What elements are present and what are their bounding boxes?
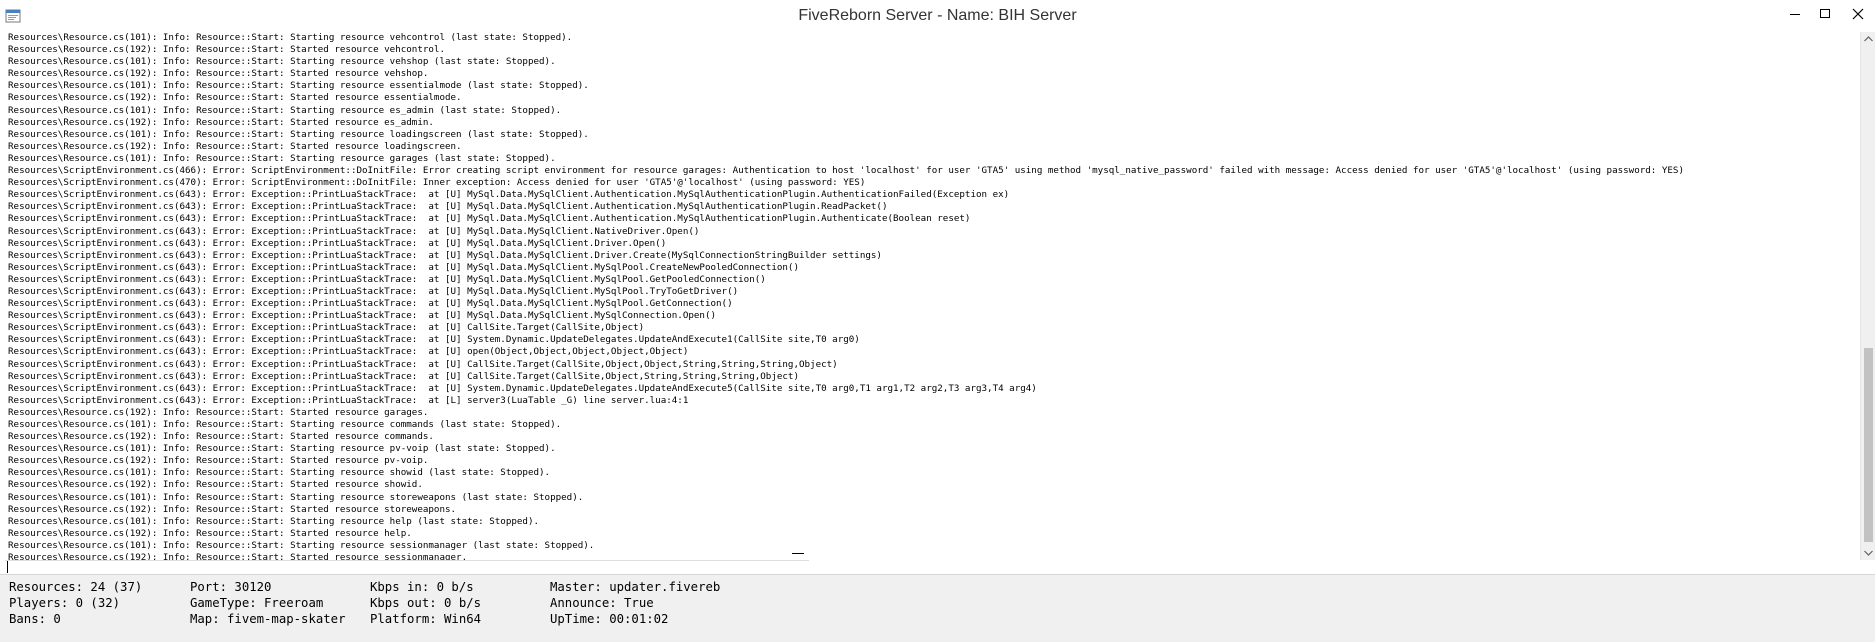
console-line: Resources\ScriptEnvironment.cs(643): Err… — [8, 346, 689, 358]
close-button[interactable] — [1843, 0, 1873, 28]
console-line: Resources\ScriptEnvironment.cs(643): Err… — [8, 322, 645, 334]
console-line: Resources\Resource.cs(192): Info: Resour… — [8, 479, 423, 491]
gametype-value: GameType: Freeroam — [190, 596, 324, 610]
resources-count: Resources: 24 (37) — [9, 580, 143, 594]
window-title: FiveReborn Server - Name: BIH Server — [798, 7, 1077, 24]
console-line: Resources\Resource.cs(192): Info: Resour… — [8, 527, 412, 539]
console-line: Resources\Resource.cs(192): Info: Resour… — [8, 44, 445, 56]
console-line: Resources\Resource.cs(192): Info: Resour… — [8, 140, 462, 152]
console-line: Resources\Resource.cs(101): Info: Resour… — [8, 419, 562, 430]
close-icon — [1852, 8, 1864, 20]
scroll-up-icon — [1864, 36, 1873, 42]
console-line: Resources\ScriptEnvironment.cs(643): Err… — [8, 358, 838, 370]
console-line: Resources\ScriptEnvironment.cs(643): Err… — [8, 394, 689, 406]
console-line: Resources\ScriptEnvironment.cs(643): Err… — [8, 285, 739, 297]
title-bar: FiveReborn Server - Name: BIH Server — [0, 0, 1875, 33]
scroll-up-button[interactable] — [1861, 32, 1875, 46]
console-line: Resources\ScriptEnvironment.cs(466): Err… — [8, 165, 1684, 177]
console-line: Resources\ScriptEnvironment.cs(643): Err… — [8, 213, 971, 225]
console-line: Resources\Resource.cs(101): Info: Resour… — [8, 32, 573, 43]
players-count: Players: 0 (32) — [9, 596, 121, 610]
minimize-button[interactable] — [1780, 0, 1810, 28]
kbps-out-value: Kbps out: 0 b/s — [370, 596, 482, 610]
console-line: Resources\Resource.cs(101): Info: Resour… — [8, 152, 556, 164]
console-line: Resources\Resource.cs(101): Info: Resour… — [8, 443, 556, 455]
console-line: Resources\Resource.cs(101): Info: Resour… — [8, 80, 589, 92]
status-bar: Resources: 24 (37) Players: 0 (32) Bans:… — [0, 574, 1875, 642]
console-line: Resources\ScriptEnvironment.cs(643): Err… — [8, 382, 1037, 394]
status-column-network: Kbps in: 0 b/s Kbps out: 0 b/s Platform:… — [370, 579, 481, 627]
bans-count: Bans: 0 — [9, 612, 61, 626]
announce-value: Announce: True — [550, 596, 654, 610]
uptime-value: UpTime: 00:01:02 — [550, 612, 669, 626]
console-line: Resources\ScriptEnvironment.cs(643): Err… — [8, 298, 733, 310]
platform-value: Platform: Win64 — [370, 612, 482, 626]
console-line: Resources\ScriptEnvironment.cs(643): Err… — [8, 261, 799, 273]
status-column-resources: Resources: 24 (37) Players: 0 (32) Bans:… — [9, 579, 142, 627]
console-line: Resources\Resource.cs(192): Info: Resour… — [8, 406, 429, 418]
console-line: Resources\ScriptEnvironment.cs(470): Err… — [8, 177, 866, 189]
port-value: Port: 30120 — [190, 580, 272, 594]
kbps-in-value: Kbps in: 0 b/s — [370, 580, 474, 594]
map-value: Map: fivem-map-skater — [190, 612, 346, 626]
text-cursor-marker — [792, 553, 804, 554]
console-line: Resources\Resource.cs(192): Info: Resour… — [8, 503, 457, 515]
minimize-icon — [1790, 14, 1800, 15]
console-line: Resources\ScriptEnvironment.cs(643): Err… — [8, 237, 667, 249]
master-value: Master: updater.fivereb — [550, 580, 721, 594]
console-line: Resources\Resource.cs(101): Info: Resour… — [8, 56, 556, 68]
console-output[interactable]: Resources\Resource.cs(101): Info: Resour… — [0, 32, 1860, 560]
console-line: Resources\Resource.cs(101): Info: Resour… — [8, 491, 584, 503]
scroll-down-icon — [1864, 550, 1873, 556]
console-line: Resources\ScriptEnvironment.cs(643): Err… — [8, 273, 766, 285]
console-line: Resources\Resource.cs(192): Info: Resour… — [8, 68, 429, 80]
console-line: Resources\Resource.cs(192): Info: Resour… — [8, 431, 434, 443]
scroll-down-button[interactable] — [1861, 546, 1875, 560]
status-column-server: Port: 30120 GameType: Freeroam Map: five… — [190, 579, 345, 627]
console-line: Resources\Resource.cs(101): Info: Resour… — [8, 539, 595, 551]
scroll-thumb[interactable] — [1864, 348, 1873, 542]
console-line: Resources\Resource.cs(192): Info: Resour… — [8, 552, 468, 560]
console-line: Resources\Resource.cs(101): Info: Resour… — [8, 104, 562, 116]
console-line: Resources\Resource.cs(101): Info: Resour… — [8, 467, 551, 479]
console-line: Resources\ScriptEnvironment.cs(643): Err… — [8, 249, 882, 261]
console-line: Resources\Resource.cs(192): Info: Resour… — [8, 116, 434, 128]
maximize-icon — [1820, 9, 1830, 18]
input-caret — [7, 561, 8, 573]
console-scrollbar[interactable] — [1860, 32, 1875, 560]
console-line: Resources\Resource.cs(101): Info: Resour… — [8, 128, 589, 140]
maximize-button[interactable] — [1810, 0, 1840, 28]
console-line: Resources\ScriptEnvironment.cs(643): Err… — [8, 370, 799, 382]
console-line: Resources\ScriptEnvironment.cs(643): Err… — [8, 225, 700, 237]
console-line: Resources\ScriptEnvironment.cs(643): Err… — [8, 189, 1010, 201]
console-line: Resources\ScriptEnvironment.cs(643): Err… — [8, 310, 717, 322]
console-line: Resources\ScriptEnvironment.cs(643): Err… — [8, 334, 860, 346]
console-line: Resources\Resource.cs(192): Info: Resour… — [8, 92, 462, 104]
status-column-master: Master: updater.fivereb Announce: True U… — [550, 579, 720, 627]
command-input[interactable] — [5, 560, 809, 574]
console-line: Resources\ScriptEnvironment.cs(643): Err… — [8, 201, 888, 213]
console-line: Resources\Resource.cs(192): Info: Resour… — [8, 455, 429, 467]
console-line: Resources\Resource.cs(101): Info: Resour… — [8, 515, 540, 527]
